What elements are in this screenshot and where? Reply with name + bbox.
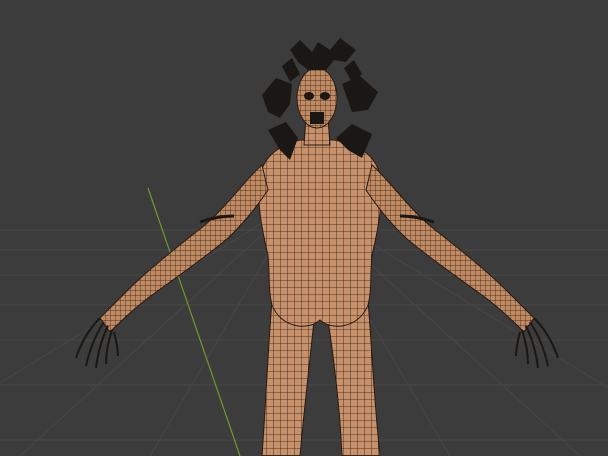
character-mesh[interactable] bbox=[75, 38, 559, 456]
viewport-canvas[interactable] bbox=[0, 0, 608, 456]
left-arm bbox=[99, 164, 269, 333]
torso bbox=[258, 139, 382, 327]
3d-viewport[interactable] bbox=[0, 0, 608, 456]
right-arm bbox=[365, 164, 535, 333]
left-eye bbox=[304, 92, 314, 100]
mouth bbox=[310, 112, 324, 124]
right-eye bbox=[320, 92, 330, 100]
